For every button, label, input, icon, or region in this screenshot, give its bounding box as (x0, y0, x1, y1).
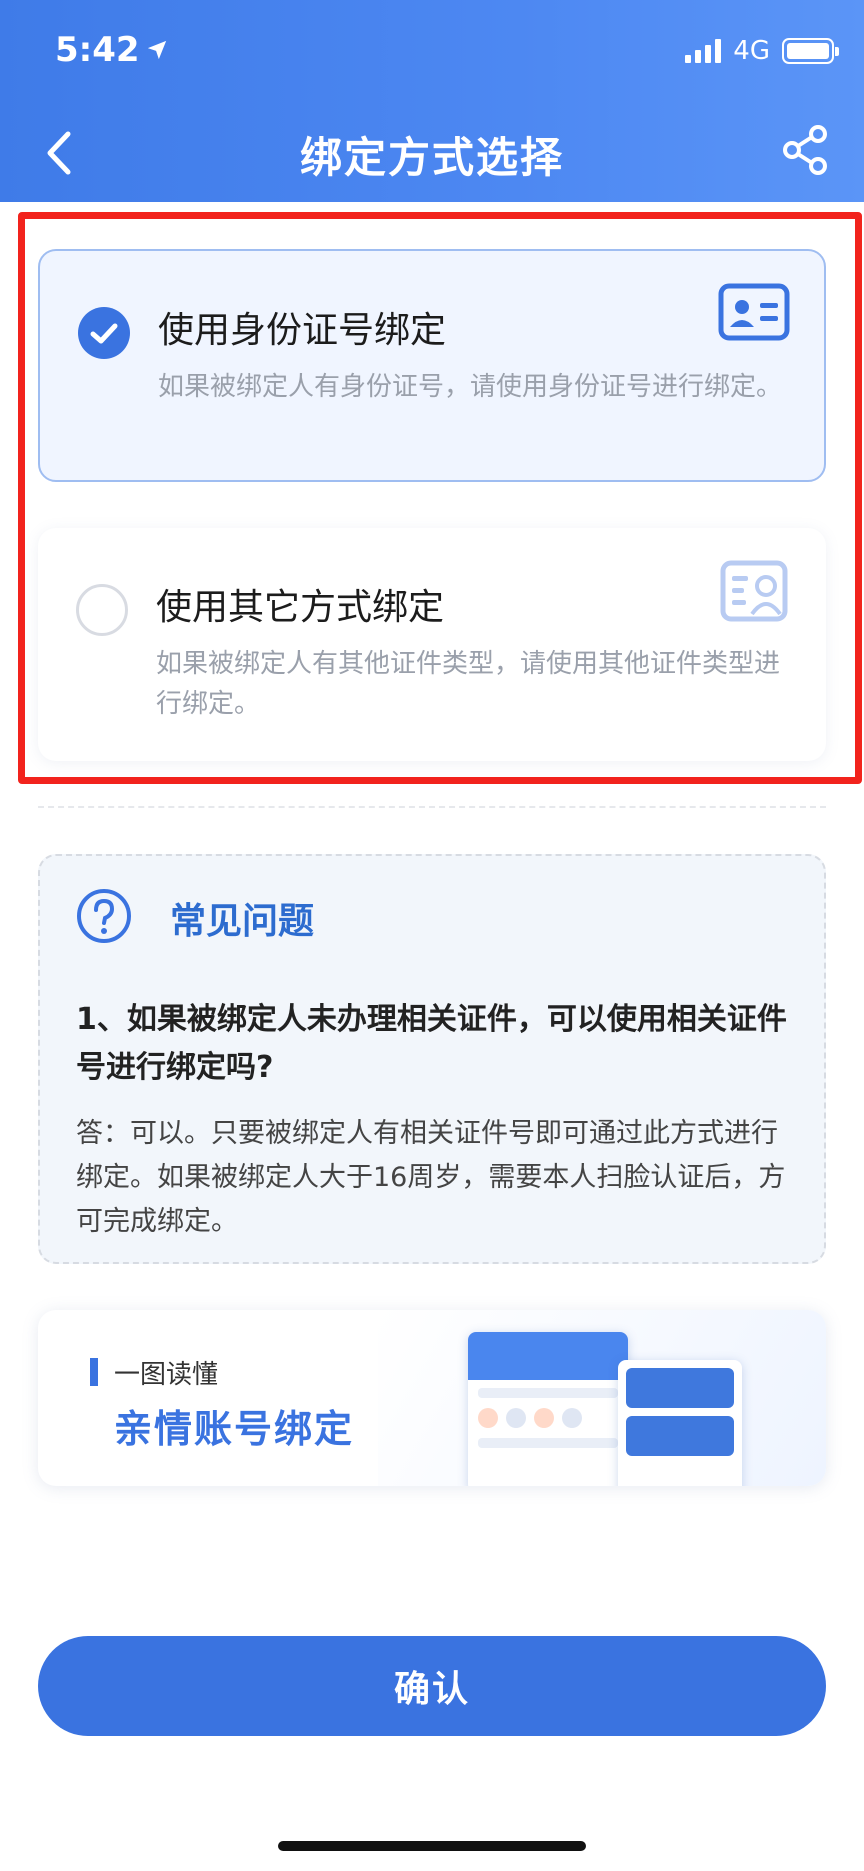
option-other[interactable]: 使用其它方式绑定 如果被绑定人有其他证件类型，请使用其他证件类型进行绑定。 (38, 528, 826, 761)
faq-question: 1、如果被绑定人未办理相关证件，可以使用相关证件号进行绑定吗? (76, 1002, 787, 1085)
home-indicator (278, 1841, 586, 1851)
option-description: 如果被绑定人有其他证件类型，请使用其他证件类型进行绑定。 (156, 649, 781, 719)
signal-icon (685, 39, 722, 63)
option-title: 使用其它方式绑定 (156, 587, 445, 628)
option-id-card[interactable]: 使用身份证号绑定 如果被绑定人有身份证号，请使用身份证号进行绑定。 (38, 249, 826, 482)
banner-accent-bar (90, 1358, 98, 1386)
divider (38, 806, 826, 808)
status-time: 5:42 (55, 30, 168, 70)
app-header: 5:42 4G 绑定方式选择 (0, 0, 864, 202)
status-time-text: 5:42 (55, 30, 140, 70)
faq-title: 常见问题 (170, 901, 315, 942)
status-indicators: 4G (685, 36, 839, 66)
page-title: 绑定方式选择 (299, 133, 564, 182)
location-arrow-icon (147, 40, 166, 60)
radio-checked[interactable] (78, 307, 130, 359)
guide-banner[interactable]: 一图读懂 亲情账号绑定 (38, 1310, 826, 1486)
phone-screenshot-image (468, 1332, 628, 1486)
question-circle-icon (77, 889, 131, 943)
check-icon (90, 323, 118, 344)
confirm-button[interactable]: 确认 (38, 1636, 826, 1736)
share-icon[interactable] (782, 124, 830, 176)
battery-icon (782, 38, 839, 64)
faq-answer: 答：可以。只要被绑定人有相关证件号即可通过此方式进行绑定。如果被绑定人大于16周… (76, 1118, 786, 1237)
faq-card: 常见问题 1、如果被绑定人未办理相关证件，可以使用相关证件号进行绑定吗? 答：可… (38, 854, 826, 1264)
option-title: 使用身份证号绑定 (158, 310, 447, 351)
phone-screenshot-image (618, 1360, 742, 1486)
option-description: 如果被绑定人有身份证号，请使用身份证号进行绑定。 (158, 372, 783, 402)
banner-title: 亲情账号绑定 (114, 1407, 355, 1451)
radio-unchecked[interactable] (76, 584, 128, 636)
network-type: 4G (733, 36, 770, 66)
id-card-icon (718, 283, 790, 341)
banner-subtitle: 一图读懂 (114, 1360, 219, 1390)
document-person-icon (720, 560, 788, 622)
